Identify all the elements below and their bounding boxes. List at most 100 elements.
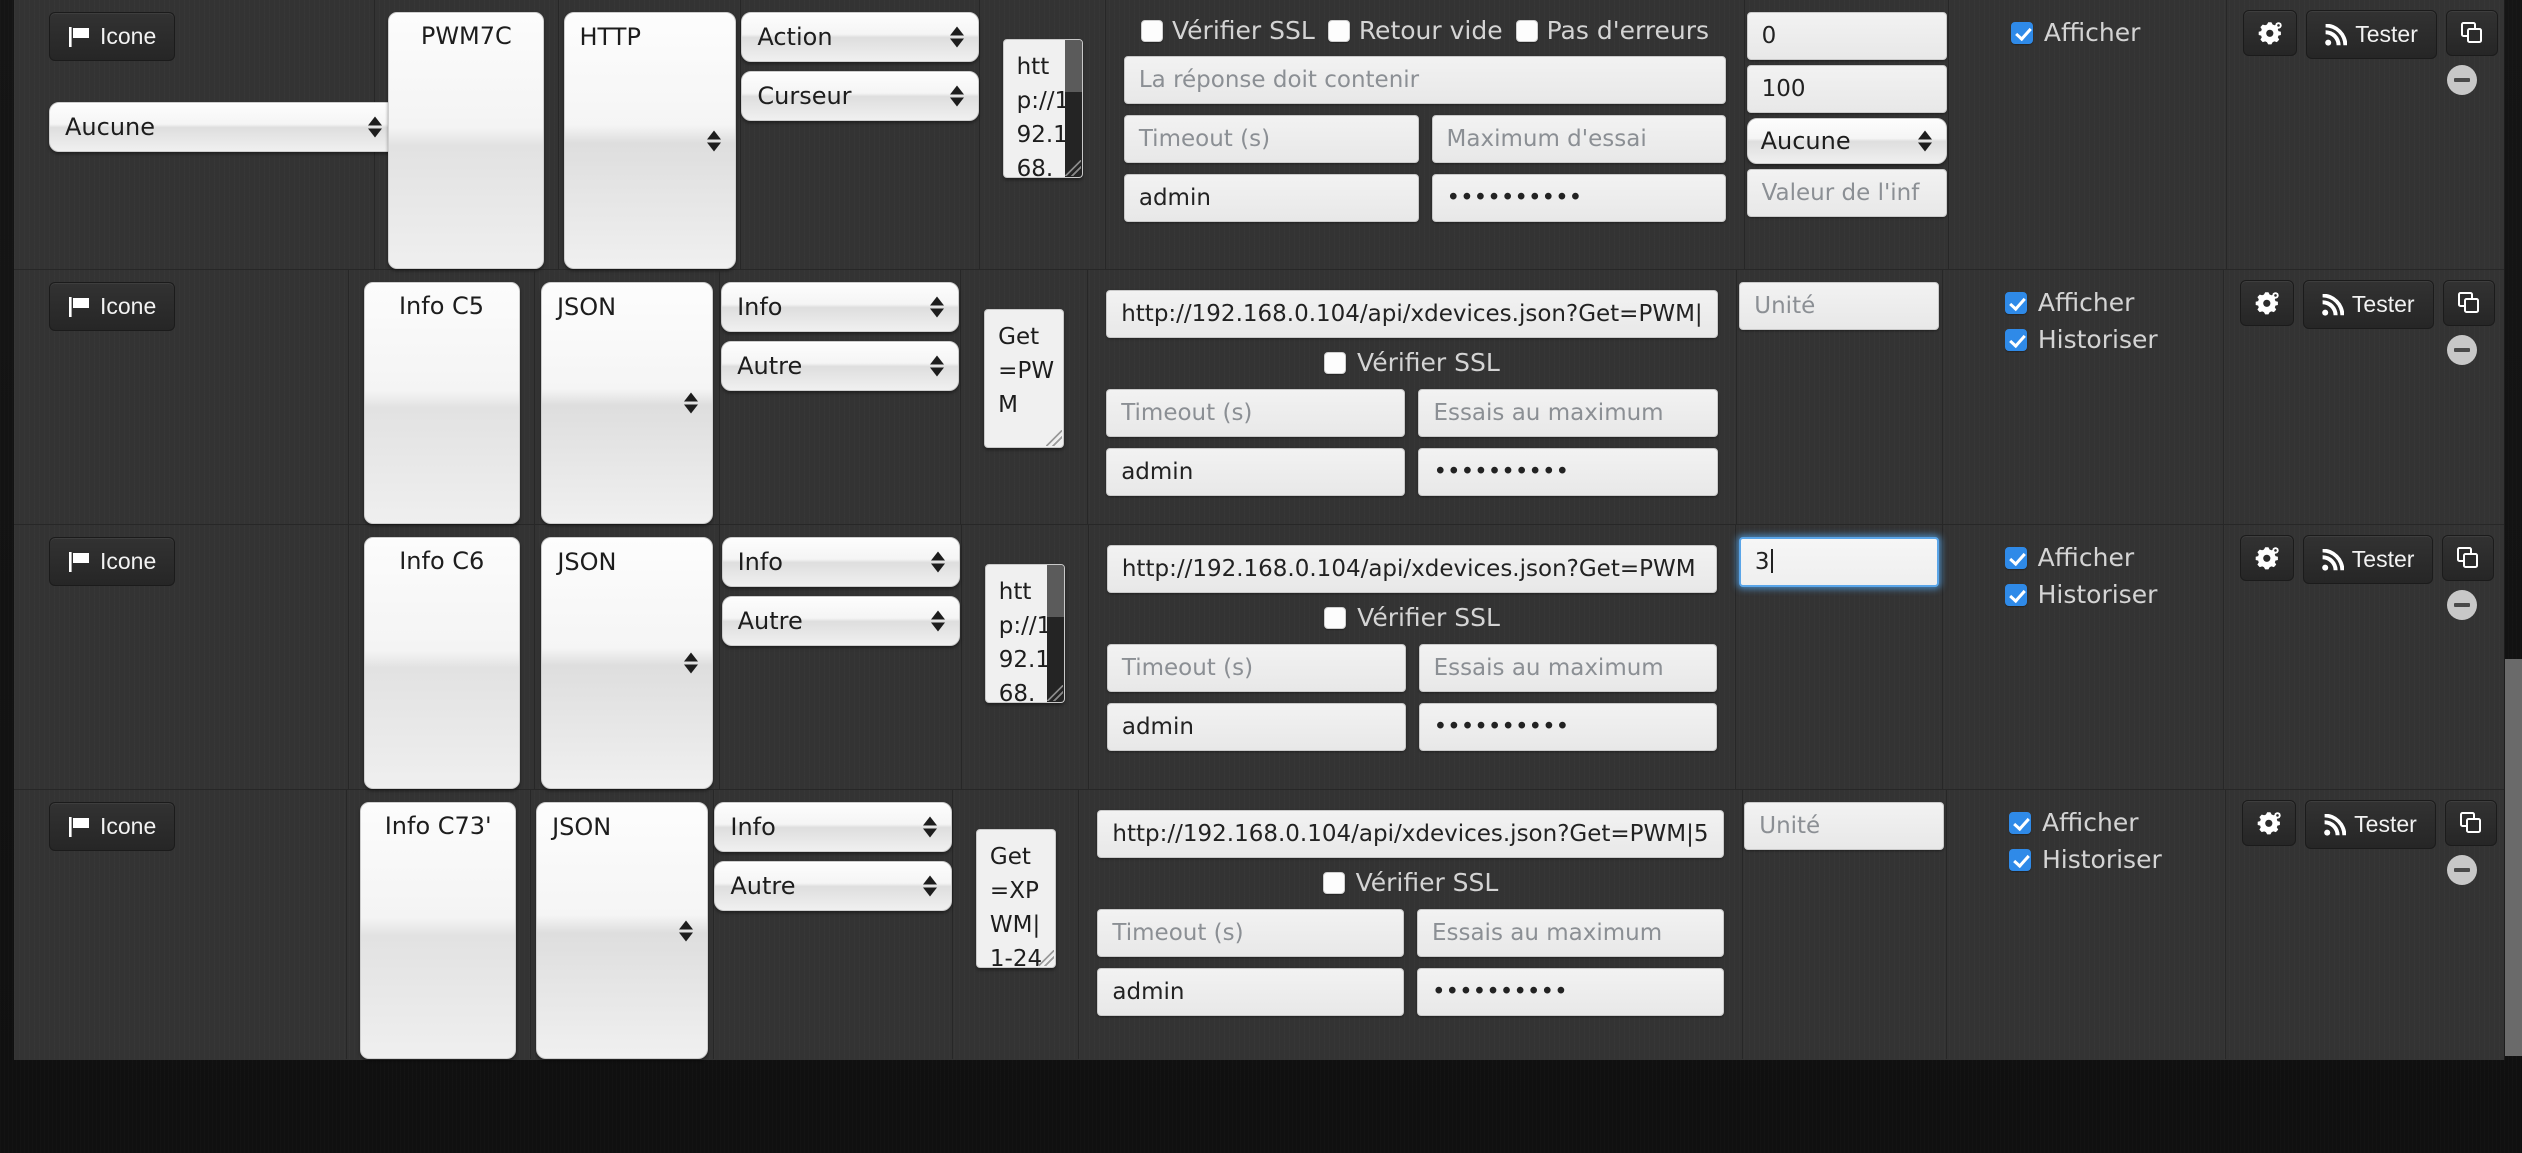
show-checkbox[interactable]: Afficher	[2004, 288, 2223, 317]
username-input[interactable]: admin	[1106, 448, 1406, 496]
type-select[interactable]: Info	[714, 802, 953, 852]
action-subtype-select[interactable]: Aucune	[49, 102, 397, 152]
timeout-input[interactable]: Timeout (s)	[1097, 909, 1404, 957]
page-scrollbar-thumb[interactable]	[2505, 659, 2522, 1056]
username-input[interactable]: admin	[1097, 968, 1404, 1016]
subtype-select[interactable]: Curseur	[741, 71, 980, 121]
password-input[interactable]: ••••••••••	[1416, 968, 1724, 1016]
test-button[interactable]: Tester	[2302, 535, 2434, 584]
password-input[interactable]: ••••••••••	[1431, 174, 1727, 222]
checkbox-box[interactable]	[1327, 19, 1350, 42]
protocol-select[interactable]: JSON	[540, 282, 713, 524]
verify-ssl-checkbox[interactable]: Vérifier SSL	[1141, 16, 1315, 45]
subtype-select[interactable]: Autre	[721, 596, 960, 646]
username-input[interactable]: admin	[1123, 174, 1419, 222]
checkbox-box[interactable]	[2004, 583, 2027, 606]
verify-ssl-checkbox[interactable]: Vérifier SSL	[1106, 348, 1717, 377]
resize-grip-icon[interactable]	[1037, 950, 1054, 966]
icon-picker-button[interactable]: Icone	[49, 282, 176, 331]
subtype-select[interactable]: Autre	[714, 861, 953, 911]
unit-input[interactable]: Unité	[1744, 802, 1945, 850]
request-textarea[interactable]: Get=PWM	[984, 309, 1065, 448]
historize-checkbox[interactable]: Historiser	[2008, 845, 2225, 874]
url-input[interactable]: http://192.168.0.104/api/xdevices.json?G…	[1097, 810, 1724, 858]
inf-value-input[interactable]: Valeur de l'inf	[1746, 169, 1947, 217]
protocol-select[interactable]: JSON	[536, 802, 709, 1059]
command-name-field[interactable]: Info C73'	[360, 802, 517, 1059]
resize-grip-icon[interactable]	[1064, 160, 1081, 176]
scrollbar-thumb[interactable]	[1046, 565, 1064, 618]
checkbox-box[interactable]	[2004, 291, 2027, 314]
checkbox-box[interactable]	[1324, 606, 1347, 629]
configure-button[interactable]	[2239, 280, 2294, 326]
show-checkbox[interactable]: Afficher	[2008, 808, 2225, 837]
duplicate-button[interactable]	[2442, 535, 2495, 581]
empty-return-checkbox[interactable]: Retour vide	[1327, 16, 1503, 45]
test-button[interactable]: Tester	[2302, 280, 2434, 329]
duplicate-button[interactable]	[2442, 280, 2495, 326]
timeout-input[interactable]: Timeout (s)	[1106, 644, 1406, 692]
configure-button[interactable]	[2239, 535, 2294, 581]
configure-button[interactable]	[2242, 800, 2297, 846]
remove-command-button[interactable]	[2447, 335, 2477, 365]
checkbox-box[interactable]	[1141, 19, 1164, 42]
url-input[interactable]: http://192.168.0.104/api/xdevices.json?G…	[1106, 545, 1718, 593]
type-select[interactable]: Action	[741, 12, 980, 62]
test-button[interactable]: Tester	[2306, 10, 2437, 59]
remove-command-button[interactable]	[2447, 590, 2478, 620]
response-contains-input[interactable]: La réponse doit contenir	[1123, 56, 1727, 104]
checkbox-box[interactable]	[2004, 546, 2027, 569]
remove-command-button[interactable]	[2447, 855, 2477, 885]
min-value-input[interactable]: 0	[1746, 12, 1947, 60]
protocol-select[interactable]: HTTP	[563, 12, 736, 269]
icon-picker-button[interactable]: Icone	[49, 12, 176, 61]
max-value-input[interactable]: 100	[1746, 65, 1947, 113]
scrollbar-thumb[interactable]	[1064, 40, 1082, 93]
checkbox-box[interactable]	[2008, 848, 2031, 871]
unit-input[interactable]: 3	[1738, 537, 1939, 587]
password-input[interactable]: ••••••••••	[1418, 703, 1718, 751]
timeout-input[interactable]: Timeout (s)	[1106, 389, 1406, 437]
textarea-scrollbar[interactable]	[1064, 40, 1082, 177]
icon-picker-button[interactable]: Icone	[49, 537, 176, 586]
icon-picker-button[interactable]: Icone	[49, 802, 176, 851]
checkbox-box[interactable]	[2008, 811, 2031, 834]
protocol-select[interactable]: JSON	[541, 537, 714, 789]
max-try-input[interactable]: Essais au maximum	[1418, 389, 1718, 437]
verify-ssl-checkbox[interactable]: Vérifier SSL	[1107, 603, 1717, 632]
show-checkbox[interactable]: Afficher	[2010, 18, 2226, 47]
request-textarea[interactable]: http://192.168.0.104/	[1002, 39, 1083, 178]
verify-ssl-checkbox[interactable]: Vérifier SSL	[1097, 868, 1723, 897]
resize-grip-icon[interactable]	[1046, 685, 1063, 701]
command-name-field[interactable]: PWM7C	[388, 12, 545, 269]
historize-checkbox[interactable]: Historiser	[2004, 325, 2223, 354]
duplicate-button[interactable]	[2444, 800, 2497, 846]
checkbox-box[interactable]	[1324, 351, 1347, 374]
unit-select[interactable]: Aucune	[1746, 118, 1947, 164]
request-textarea[interactable]: Get=XPWM|1-24	[975, 829, 1056, 968]
show-checkbox[interactable]: Afficher	[2004, 543, 2223, 572]
max-try-input[interactable]: Essais au maximum	[1416, 909, 1724, 957]
duplicate-button[interactable]	[2445, 10, 2498, 56]
subtype-select[interactable]: Autre	[721, 341, 960, 391]
password-input[interactable]: ••••••••••	[1418, 448, 1718, 496]
type-select[interactable]: Info	[721, 282, 960, 332]
no-errors-checkbox[interactable]: Pas d'erreurs	[1515, 16, 1709, 45]
textarea-scrollbar[interactable]	[1046, 565, 1064, 702]
test-button[interactable]: Tester	[2305, 800, 2436, 849]
command-name-field[interactable]: Info C5	[363, 282, 520, 524]
remove-command-button[interactable]	[2447, 65, 2478, 95]
checkbox-box[interactable]	[2010, 21, 2033, 44]
command-name-field[interactable]: Info C6	[363, 537, 520, 789]
max-try-input[interactable]: Essais au maximum	[1418, 644, 1718, 692]
url-input[interactable]: http://192.168.0.104/api/xdevices.json?G…	[1106, 290, 1718, 338]
configure-button[interactable]	[2243, 10, 2298, 56]
max-try-input[interactable]: Maximum d'essai	[1431, 115, 1727, 163]
unit-input[interactable]: Unité	[1739, 282, 1940, 330]
checkbox-box[interactable]	[1515, 19, 1538, 42]
historize-checkbox[interactable]: Historiser	[2004, 580, 2223, 609]
request-textarea[interactable]: http://192.168.0.104/	[984, 564, 1065, 703]
checkbox-box[interactable]	[2004, 328, 2027, 351]
resize-grip-icon[interactable]	[1046, 430, 1063, 446]
timeout-input[interactable]: Timeout (s)	[1123, 115, 1419, 163]
